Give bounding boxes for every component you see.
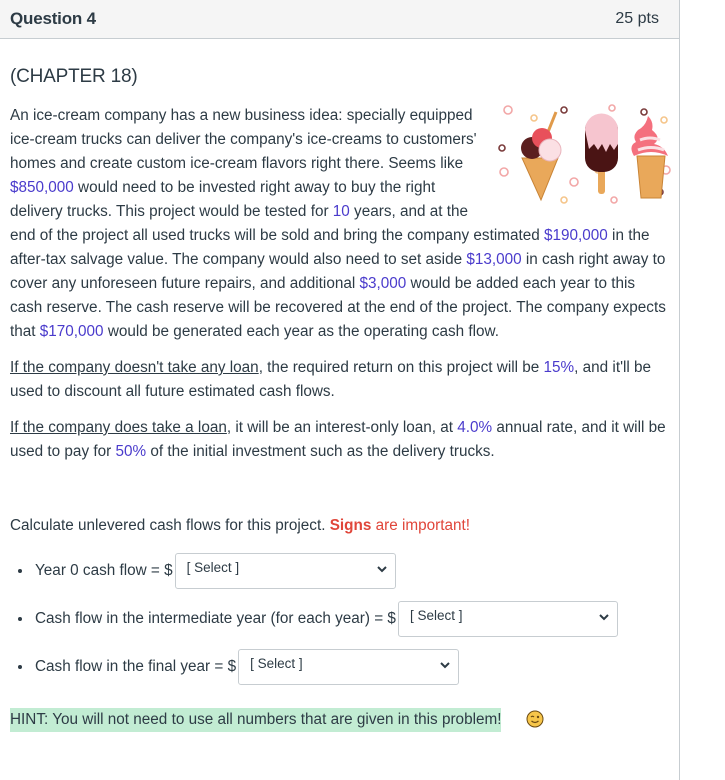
no-loan-paragraph: If the company doesn't take any loan, th… xyxy=(10,356,670,404)
text-segment: are important! xyxy=(371,517,470,534)
question-body: (CHAPTER 18) An ice-cream company has a … xyxy=(10,64,671,464)
answer-intermediate: Cash flow in the intermediate year (for … xyxy=(18,601,618,637)
instruction-text: Calculate unlevered cash flows for this … xyxy=(10,517,470,535)
value-salvage: $190,000 xyxy=(544,227,608,244)
loan-condition: If the company does take a loan xyxy=(10,419,227,436)
ice-cream-image xyxy=(494,100,672,204)
bullet-icon xyxy=(18,569,22,573)
value-loan-share: 50% xyxy=(115,443,147,460)
no-loan-condition: If the company doesn't take any loan xyxy=(10,359,259,376)
value-years: 10 xyxy=(332,203,350,220)
text-segment: of the initial investment such as the de… xyxy=(146,443,495,460)
text-segment: An ice-cream company has a new business … xyxy=(10,107,477,172)
ice-cream-illustration-icon xyxy=(498,104,671,204)
value-reserve: $13,000 xyxy=(466,251,522,268)
hint-text: HINT: You will not need to use all numbe… xyxy=(10,708,502,732)
bullet-icon xyxy=(18,617,22,621)
question-card: Question 4 25 pts (CHAPTER 18) An ice-cr… xyxy=(0,0,680,780)
text-segment: , it will be an interest-only loan, at xyxy=(226,419,458,436)
problem-paragraph: An ice-cream company has a new business … xyxy=(10,104,671,344)
chevron-down-icon xyxy=(376,566,387,573)
loan-paragraph: If the company does take a loan, it will… xyxy=(10,416,670,464)
final-year-select[interactable]: [ Select ] xyxy=(238,649,460,685)
answer-year0: Year 0 cash flow = $ [ Select ] xyxy=(18,553,396,589)
answer-label: Cash flow in the final year = $ xyxy=(35,658,237,675)
text-segment: would be generated each year as the oper… xyxy=(103,323,500,340)
value-added-reserve: $3,000 xyxy=(359,275,407,292)
year0-select[interactable]: [ Select ] xyxy=(174,553,396,589)
bullet-icon xyxy=(18,665,22,669)
select-value: [ Select ] xyxy=(186,560,240,575)
select-value: [ Select ] xyxy=(250,656,303,671)
value-investment: $850,000 xyxy=(10,179,74,196)
question-header: Question 4 25 pts xyxy=(0,0,679,39)
question-title: Question 4 xyxy=(10,9,96,28)
intermediate-year-select[interactable]: [ Select ] xyxy=(397,601,618,637)
question-points: 25 pts xyxy=(615,10,659,27)
select-value: [ Select ] xyxy=(409,608,463,623)
chevron-down-icon xyxy=(440,662,450,669)
text-segment: , the required return on this project wi… xyxy=(258,359,544,376)
answer-label: Year 0 cash flow = $ xyxy=(35,562,173,579)
answer-label: Cash flow in the intermediate year (for … xyxy=(35,610,396,627)
value-required-return: 15% xyxy=(543,359,575,376)
text-segment: Calculate unlevered cash flows for this … xyxy=(10,517,330,534)
signs-emphasis: Signs xyxy=(329,517,372,534)
chevron-down-icon xyxy=(599,614,609,621)
winking-face-icon xyxy=(526,710,544,728)
value-operating-cash-flow: $170,000 xyxy=(39,323,104,340)
value-loan-rate: 4.0% xyxy=(457,419,493,436)
chapter-heading: (CHAPTER 18) xyxy=(10,66,138,87)
answer-final: Cash flow in the final year = $ [ Select… xyxy=(18,649,460,685)
